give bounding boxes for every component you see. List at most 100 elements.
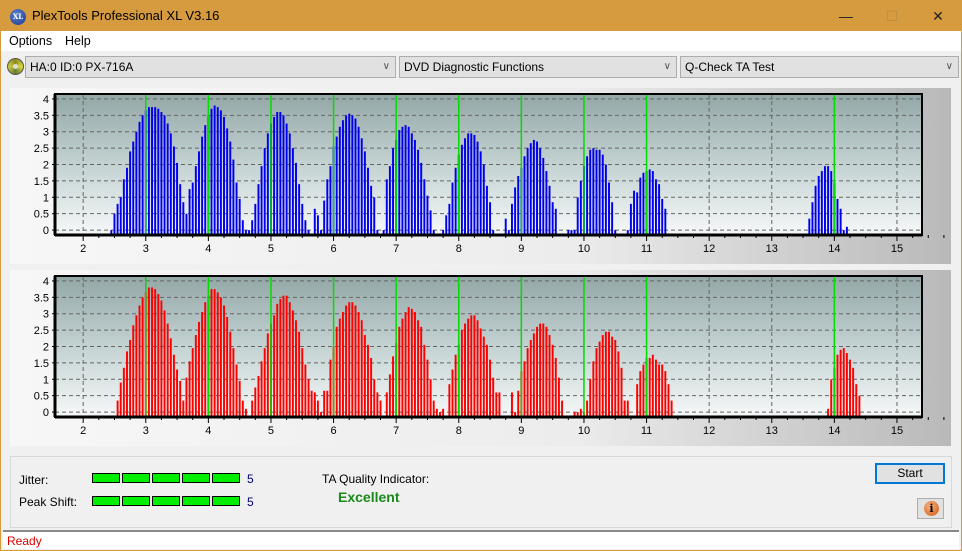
histogram-bar (341, 120, 344, 235)
drive-select[interactable]: HA:0 ID:0 PX-716A ∨ (25, 56, 396, 78)
histogram-bar (595, 149, 598, 235)
y-tick-label: 2 (43, 342, 49, 354)
histogram-bar (307, 379, 310, 417)
x-tick-label: 15 (891, 243, 903, 255)
histogram-bar (820, 171, 823, 235)
histogram-bar (157, 108, 160, 235)
menu-help[interactable]: Help (65, 34, 91, 48)
histogram-bar (241, 220, 244, 235)
histogram-bar (116, 203, 119, 235)
histogram-bar (198, 321, 200, 417)
test-select[interactable]: Q-Check TA Test ∨ (680, 56, 959, 78)
histogram-bar (216, 107, 219, 235)
histogram-bar (295, 162, 297, 235)
histogram-bar (138, 305, 141, 417)
histogram-bar (151, 287, 153, 417)
histogram-bar (526, 148, 529, 235)
jitter-meter-segment (152, 473, 180, 483)
histogram-bar (388, 166, 391, 235)
histogram-bar (658, 184, 661, 235)
test-select-value: Q-Check TA Test (685, 60, 775, 74)
histogram-bar (479, 151, 482, 235)
histogram-bar (492, 377, 495, 417)
histogram-bar (830, 171, 833, 235)
histogram-bar (464, 323, 466, 417)
x-tick-label: 7 (393, 425, 399, 437)
histogram-bar (858, 395, 861, 417)
histogram-bar (401, 126, 404, 235)
menu-options[interactable]: Options (9, 34, 52, 48)
histogram-bar (313, 392, 316, 417)
histogram-bar (579, 180, 582, 235)
maximize-button[interactable]: ☐ (869, 1, 915, 31)
histogram-bar (470, 133, 473, 235)
histogram-bar (235, 182, 238, 235)
histogram-bar (188, 189, 191, 235)
histogram-bar (648, 357, 651, 417)
close-button[interactable]: ✕ (915, 1, 961, 31)
lower-chart-panel: 0 0.5 1 1.5 2 2.5 3 3.5 4 2 3 4 5 6 7 8 9 10 11 12 13 14 15 (10, 270, 951, 446)
histogram-bar (576, 197, 579, 235)
histogram-bar (529, 143, 532, 235)
histogram-bar (589, 379, 592, 417)
histogram-bar (839, 349, 842, 417)
peak-shift-meter (92, 496, 242, 506)
histogram-bar (595, 348, 598, 417)
histogram-bar (651, 354, 654, 417)
histogram-bar (454, 354, 457, 417)
histogram-bar (251, 220, 254, 235)
histogram-bar (592, 361, 595, 417)
x-tick-label: 9 (518, 243, 524, 255)
histogram-bar (132, 325, 135, 417)
histogram-bar (154, 107, 157, 235)
histogram-bar (626, 400, 629, 417)
start-button[interactable]: Start (875, 463, 945, 484)
histogram-bar (420, 326, 423, 417)
histogram-bar (413, 139, 416, 235)
histogram-bar (329, 166, 332, 235)
histogram-bar (141, 115, 144, 235)
x-tick-label: 6 (331, 243, 337, 255)
minimize-button[interactable]: — (823, 1, 869, 31)
histogram-bar (667, 384, 670, 417)
histogram-bar (601, 335, 604, 417)
histogram-bar (219, 297, 222, 417)
histogram-bar (176, 162, 179, 235)
histogram-bar (367, 167, 369, 235)
histogram-bar (661, 364, 664, 417)
histogram-bar (532, 139, 535, 235)
histogram-bar (119, 382, 122, 417)
histogram-bar (257, 376, 260, 417)
histogram-bar (611, 336, 614, 417)
x-tick-label: 13 (766, 425, 778, 437)
histogram-bar (298, 184, 301, 235)
ta-quality-label: TA Quality Indicator: (322, 472, 430, 486)
histogram-bar (154, 289, 157, 417)
histogram-bar (639, 371, 642, 417)
x-tick-label: 12 (703, 243, 715, 255)
histogram-bar (363, 335, 366, 417)
histogram-bar (376, 392, 379, 417)
histogram-bar (132, 141, 135, 235)
histogram-bar (232, 348, 235, 417)
function-select[interactable]: DVD Diagnostic Functions ∨ (399, 56, 677, 78)
chevron-down-icon: ∨ (945, 61, 953, 72)
x-tick-label: 4 (205, 425, 211, 437)
histogram-bar (279, 112, 282, 235)
info-button[interactable]: i (917, 498, 944, 519)
histogram-bar (182, 400, 185, 417)
peak-shift-meter-segment (152, 496, 180, 506)
histogram-bar (479, 328, 482, 417)
histogram-bar (204, 125, 207, 235)
histogram-bar (216, 292, 219, 417)
histogram-bar (335, 136, 338, 235)
histogram-bar (157, 294, 160, 417)
x-tick-label: 2 (80, 243, 86, 255)
histogram-bar (360, 320, 363, 417)
histogram-bar (629, 203, 632, 235)
histogram-bar (407, 307, 410, 417)
histogram-bar (454, 167, 457, 235)
y-tick-label: 1 (43, 192, 49, 204)
jitter-value: 5 (247, 472, 254, 486)
histogram-bar (413, 312, 416, 417)
